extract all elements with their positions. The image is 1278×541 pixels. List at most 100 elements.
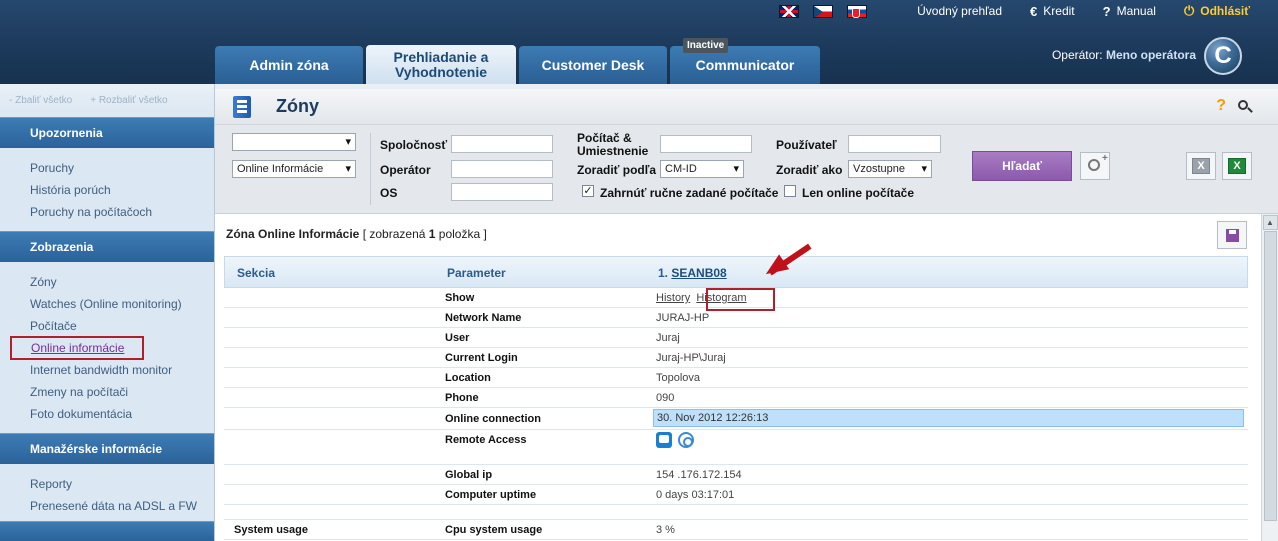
table-row: Show History Histogram bbox=[224, 288, 1248, 311]
power-icon: ⏻ bbox=[1183, 3, 1195, 18]
param-label: Online connection bbox=[445, 413, 541, 425]
param-label: Network Name bbox=[445, 312, 522, 324]
sidebar-section-views[interactable]: Zobrazenia bbox=[0, 231, 214, 262]
question-icon: ? bbox=[1102, 3, 1111, 19]
credit-link[interactable]: € Kredit bbox=[1030, 4, 1075, 19]
sidebar-toggles: - Zbaliť všetko + Rozbaliť všetko bbox=[0, 84, 214, 117]
tab-admin-zone[interactable]: Admin zóna bbox=[215, 46, 363, 84]
scroll-thumb[interactable] bbox=[1263, 231, 1277, 521]
include-manual-checkbox[interactable]: ✓ bbox=[582, 185, 594, 197]
flag-en-icon[interactable] bbox=[779, 4, 800, 18]
section-label: System usage bbox=[234, 524, 308, 536]
sidebar-section-management[interactable]: Manažérske informácie bbox=[0, 433, 214, 464]
user-input[interactable] bbox=[848, 135, 941, 153]
operator-input[interactable] bbox=[451, 160, 553, 178]
computer-input[interactable] bbox=[660, 135, 752, 153]
online-only-checkbox[interactable] bbox=[784, 185, 796, 197]
table-row-spacer bbox=[224, 505, 1248, 520]
vertical-scrollbar[interactable]: ▲ bbox=[1261, 214, 1278, 541]
sidebar-item-label: Online informácie bbox=[10, 336, 145, 360]
sidebar-list-management: Reporty Prenesené dáta na ADSL a FW bbox=[0, 464, 214, 525]
os-label: OS bbox=[380, 186, 398, 200]
filter-divider bbox=[370, 133, 371, 205]
section-title: Zobrazenia bbox=[30, 240, 94, 254]
param-label: Current Login bbox=[445, 352, 518, 364]
tab-communicator[interactable]: Inactive Communicator bbox=[670, 38, 820, 84]
header-computer: 1. SEANB08 bbox=[658, 266, 727, 280]
tab-customer-desk[interactable]: Customer Desk bbox=[519, 46, 667, 84]
sidebar-item-photo-docs[interactable]: Foto dokumentácia bbox=[0, 403, 214, 425]
sidebar-item-computers[interactable]: Počítače bbox=[0, 315, 214, 337]
main-panel: Zóny ? Online Informácie Spoločnosť Oper… bbox=[215, 89, 1278, 541]
table-row: System usage Cpu system usage 3 % bbox=[224, 520, 1248, 540]
top-bar: Úvodný prehľad € Kredit ? Manual ⏻ Odhlásiť bbox=[779, 0, 1278, 22]
param-label: Remote Access bbox=[445, 434, 527, 446]
content-title-count: 1 bbox=[428, 227, 436, 241]
table-row: Global ip 154 .176.172.154 bbox=[224, 465, 1248, 485]
table-row-spacer bbox=[224, 450, 1248, 465]
remote-desktop-icon[interactable] bbox=[678, 432, 694, 448]
search-button[interactable]: Hľadať bbox=[972, 151, 1072, 181]
history-link[interactable]: History bbox=[656, 292, 690, 304]
sidebar-item-fault-history[interactable]: História porúch bbox=[0, 179, 214, 201]
search-icon[interactable] bbox=[1238, 100, 1248, 110]
teamviewer-icon[interactable] bbox=[656, 432, 672, 448]
sidebar-item-reports[interactable]: Reporty bbox=[0, 473, 214, 495]
sort-label: Zoradiť podľa bbox=[577, 163, 657, 177]
param-value: 090 bbox=[656, 392, 675, 404]
sort-select[interactable]: CM-ID bbox=[660, 160, 744, 178]
sidebar-item-computer-faults[interactable]: Poruchy na počítačoch bbox=[0, 201, 214, 223]
content-title: Zóna Online Informácie [ zobrazená 1 pol… bbox=[226, 227, 487, 241]
save-button[interactable] bbox=[1217, 221, 1247, 249]
content-title-items: položka ] bbox=[438, 227, 487, 241]
sidebar: - Zbaliť všetko + Rozbaliť všetko Upozor… bbox=[0, 84, 215, 541]
flag-sk-icon[interactable] bbox=[847, 4, 868, 18]
overview-link[interactable]: Úvodný prehľad bbox=[917, 4, 1002, 18]
sidebar-item-zones[interactable]: Zóny bbox=[0, 271, 214, 293]
include-manual-label: Zahrnúť ručne zadané počítače bbox=[600, 186, 779, 200]
export-excel-button[interactable]: X bbox=[1222, 152, 1252, 180]
operator-label: Operátor: bbox=[1051, 48, 1103, 62]
sort-as-select[interactable]: Vzostupne bbox=[848, 160, 932, 178]
online-value-highlight: 30. Nov 2012 12:26:13 bbox=[653, 409, 1244, 427]
param-label: User bbox=[445, 332, 470, 344]
computer-name-link[interactable]: SEANB08 bbox=[671, 266, 726, 280]
operator-info: Operátor: Meno operátora bbox=[1052, 48, 1196, 62]
advanced-search-button[interactable] bbox=[1080, 152, 1110, 180]
sidebar-list-alerts: Poruchy História porúch Poruchy na počít… bbox=[0, 148, 214, 231]
table-row: Location Topolova bbox=[224, 368, 1248, 388]
flag-cz-icon[interactable] bbox=[813, 4, 834, 18]
collapse-all-link[interactable]: - Zbaliť všetko bbox=[9, 95, 72, 106]
operator-filter-label: Operátor bbox=[380, 163, 431, 177]
sidebar-item-computer-changes[interactable]: Zmeny na počítači bbox=[0, 381, 214, 403]
overview-link-label: Úvodný prehľad bbox=[917, 4, 1003, 18]
sidebar-item-online-info[interactable]: Online informácie bbox=[0, 336, 214, 360]
expand-all-link[interactable]: + Rozbaliť všetko bbox=[90, 95, 167, 106]
filter-select-2[interactable]: Online Informácie bbox=[232, 160, 356, 178]
export-excel-gray-button[interactable]: X bbox=[1186, 152, 1216, 180]
inactive-badge: Inactive bbox=[683, 38, 729, 53]
os-input[interactable] bbox=[451, 183, 553, 201]
sidebar-item-bandwidth[interactable]: Internet bandwidth monitor bbox=[0, 359, 214, 381]
param-value: Topolova bbox=[656, 372, 701, 384]
tab-label: Customer Desk bbox=[541, 57, 645, 73]
sidebar-section-alerts[interactable]: Upozornenia bbox=[0, 117, 214, 148]
param-value: Juraj bbox=[656, 332, 680, 344]
logout-link[interactable]: ⏻ Odhlásiť bbox=[1184, 3, 1250, 19]
table-row: Online connection 30. Nov 2012 12:26:13 bbox=[224, 408, 1248, 430]
table-row: Phone 090 bbox=[224, 388, 1248, 408]
filter-select-1[interactable] bbox=[232, 133, 356, 151]
sidebar-item-faults[interactable]: Poruchy bbox=[0, 157, 214, 179]
company-input[interactable] bbox=[451, 135, 553, 153]
param-label: Cpu system usage bbox=[445, 524, 543, 536]
sidebar-item-watches[interactable]: Watches (Online monitoring) bbox=[0, 293, 214, 315]
manual-link[interactable]: ? Manual bbox=[1103, 4, 1156, 19]
tab-browse-evaluate[interactable]: Prehliadanie a Vyhodnotenie bbox=[366, 45, 516, 84]
user-label: Používateľ bbox=[776, 138, 837, 152]
page-title: Zóny bbox=[276, 96, 319, 116]
zones-icon bbox=[233, 95, 251, 118]
scroll-up-icon[interactable]: ▲ bbox=[1262, 215, 1278, 230]
param-label: Show bbox=[445, 292, 475, 304]
help-icon[interactable]: ? bbox=[1216, 97, 1226, 115]
sidebar-item-adsl-data[interactable]: Prenesené dáta na ADSL a FW bbox=[0, 495, 214, 517]
